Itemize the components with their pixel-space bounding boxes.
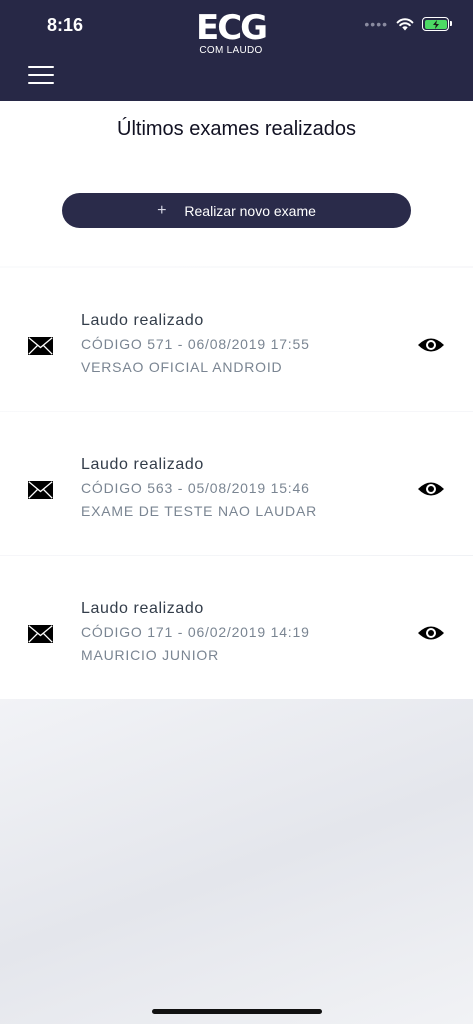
mail-icon xyxy=(28,481,53,499)
status-icons: •••• xyxy=(364,16,452,32)
menu-line xyxy=(28,82,54,84)
new-exam-button[interactable]: + Realizar novo exame xyxy=(62,193,411,228)
app-header: 8:16 ECG COM LAUDO •••• xyxy=(0,0,473,101)
exam-description: EXAME DE TESTE NAO LAUDAR xyxy=(81,503,318,519)
eye-icon[interactable] xyxy=(417,336,445,354)
exam-title: Laudo realizado xyxy=(81,600,204,617)
logo-sub-text: COM LAUDO xyxy=(199,45,263,56)
battery-icon xyxy=(422,17,452,31)
page-title: Últimos exames realizados xyxy=(117,118,356,140)
home-indicator[interactable] xyxy=(152,1009,322,1014)
exam-list-item[interactable]: Laudo realizado CÓDIGO 563 - 05/08/2019 … xyxy=(0,412,473,555)
eye-icon[interactable] xyxy=(417,624,445,642)
battery-level xyxy=(424,19,447,29)
charging-bolt-icon xyxy=(432,19,439,29)
menu-line xyxy=(28,66,54,68)
exam-list-item[interactable]: Laudo realizado CÓDIGO 171 - 06/02/2019 … xyxy=(0,556,473,699)
exam-code: CÓDIGO 563 - 05/08/2019 15:46 xyxy=(81,480,310,496)
plus-icon: + xyxy=(157,201,167,219)
exam-list-item[interactable]: Laudo realizado CÓDIGO 571 - 06/08/2019 … xyxy=(0,268,473,411)
menu-line xyxy=(28,74,54,76)
app-logo: ECG COM LAUDO xyxy=(196,8,268,57)
eye-icon[interactable] xyxy=(417,480,445,498)
exam-code: CÓDIGO 171 - 06/02/2019 14:19 xyxy=(81,624,310,640)
new-exam-label: Realizar novo exame xyxy=(184,202,316,219)
mail-icon xyxy=(28,337,53,355)
menu-icon[interactable] xyxy=(28,66,54,84)
signal-icon: •••• xyxy=(364,16,388,32)
exam-code: CÓDIGO 571 - 06/08/2019 17:55 xyxy=(81,336,310,352)
wifi-icon xyxy=(396,17,414,30)
logo-main-text: ECG xyxy=(196,8,268,48)
mail-icon xyxy=(28,625,53,643)
exam-description: VERSAO OFICIAL ANDROID xyxy=(81,359,283,375)
exam-title: Laudo realizado xyxy=(81,456,204,473)
status-time: 8:16 xyxy=(47,15,84,35)
exam-description: MAURICIO JUNIOR xyxy=(81,647,219,663)
exam-title: Laudo realizado xyxy=(81,312,204,329)
